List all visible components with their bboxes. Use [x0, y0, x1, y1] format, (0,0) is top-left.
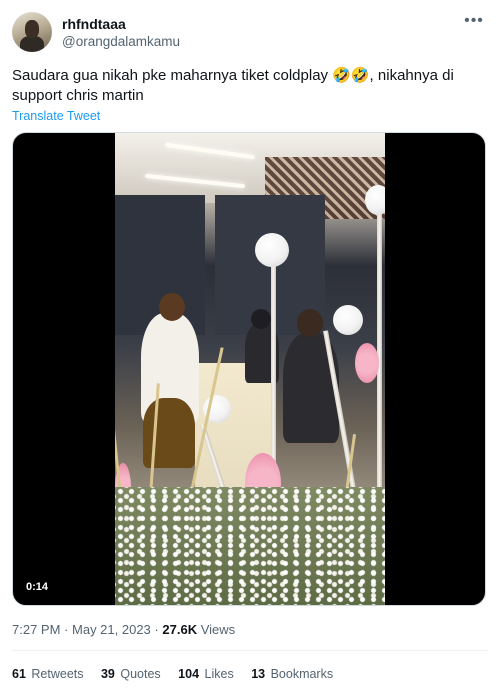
more-horizontal-icon[interactable]: •••	[464, 13, 484, 34]
lamp-globe	[255, 233, 289, 267]
display-name[interactable]: rhfndtaaa	[62, 15, 180, 33]
guest-head	[251, 309, 271, 329]
tweet-text: Saudara gua nikah pke maharnya tiket col…	[12, 67, 454, 104]
lamp-globe	[333, 305, 363, 335]
author-names[interactable]: rhfndtaaa @orangdalamkamu	[62, 15, 180, 51]
retweets-label: Retweets	[31, 667, 84, 681]
tweet-stats: 61 Retweets 39 Quotes 104 Likes 13 Bookm…	[12, 667, 347, 681]
bookmarks-label: Bookmarks	[270, 667, 334, 681]
video-duration-badge: 0:14	[21, 579, 54, 595]
retweets-stat[interactable]: 61 Retweets	[12, 667, 84, 681]
quotes-label: Quotes	[120, 667, 161, 681]
video-frame[interactable]	[115, 133, 385, 605]
divider	[12, 650, 488, 651]
meta-separator: ·	[64, 622, 69, 637]
video-player[interactable]: 0:14	[12, 132, 486, 606]
views-label: Views	[200, 622, 236, 637]
bookmarks-stat[interactable]: 13 Bookmarks	[251, 667, 333, 681]
tweet-date[interactable]: May 21, 2023	[72, 622, 151, 637]
quotes-count: 39	[100, 667, 115, 681]
officiant-head	[297, 309, 323, 337]
translate-tweet-link[interactable]: Translate Tweet	[12, 109, 100, 123]
babys-breath-flowers	[115, 487, 385, 605]
bookmarks-count: 13	[251, 667, 266, 681]
avatar[interactable]	[12, 12, 52, 52]
meta-separator: ·	[154, 622, 159, 637]
tweet-time[interactable]: 7:27 PM	[12, 622, 60, 637]
likes-label: Likes	[204, 667, 234, 681]
retweets-count: 61	[12, 667, 26, 681]
quotes-stat[interactable]: 39 Quotes	[101, 667, 161, 681]
user-handle[interactable]: @orangdalamkamu	[62, 33, 180, 51]
groom-head	[159, 293, 185, 321]
tweet-header: rhfndtaaa @orangdalamkamu •••	[12, 12, 488, 56]
likes-count: 104	[178, 667, 200, 681]
tweet-meta: 7:27 PM · May 21, 2023 · 27.6K Views	[12, 622, 235, 637]
views-count: 27.6K	[162, 622, 198, 637]
lamp-globe	[365, 185, 385, 215]
likes-stat[interactable]: 104 Likes	[178, 667, 234, 681]
pink-flowers	[355, 343, 379, 383]
